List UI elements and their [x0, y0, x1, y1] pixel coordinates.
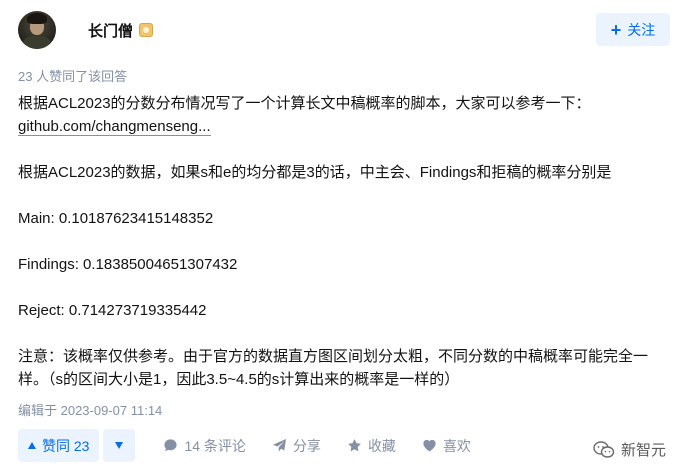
content-note-line-2: 样。（s的区间大小是1，因此3.5~4.5的s计算出来的概率是一样的） [18, 371, 460, 388]
answer-content: 根据ACL2023的分数分布情况写了一个计算长文中稿概率的脚本，大家可以参考一下… [18, 92, 658, 391]
favorite-label: 收藏 [367, 437, 396, 454]
action-bar: 赞同 23 14 条评论 分享 收藏 喜欢 [18, 429, 676, 462]
like-button[interactable]: 喜欢 [422, 436, 471, 456]
plus-icon: + [610, 19, 622, 40]
follow-label: 关注 [627, 21, 656, 38]
author-name[interactable]: 长门僧 [88, 20, 133, 41]
edited-timestamp[interactable]: 编辑于 2023-09-07 11:14 [18, 400, 162, 419]
heart-icon [423, 439, 436, 452]
avatar-body [23, 36, 51, 49]
content-findings-probability: Findings: 0.18385004651307432 [18, 256, 238, 273]
triangle-down-icon [115, 442, 124, 449]
share-button[interactable]: 分享 [272, 436, 321, 456]
vote-down-button[interactable] [103, 429, 136, 462]
vote-up-button[interactable]: 赞同 23 [18, 429, 100, 462]
favorite-button[interactable]: 收藏 [347, 436, 396, 456]
badge-icon [139, 23, 154, 37]
avatar[interactable] [18, 11, 56, 49]
star-icon [348, 439, 361, 452]
comment-icon [164, 439, 178, 452]
upvote-count-note: 23 人赞同了该回答 [18, 69, 128, 84]
avatar-hair [27, 13, 47, 24]
vote-up-label: 赞同 23 [42, 437, 90, 454]
triangle-up-icon [28, 442, 36, 449]
content-line-data: 根据ACL2023的数据，如果s和e的均分都是3的话，中主会、Findings和… [18, 164, 612, 181]
content-line-intro: 根据ACL2023的分数分布情况写了一个计算长文中稿概率的脚本，大家可以参考一下… [18, 95, 591, 112]
watermark-label: 新智元 [620, 442, 666, 459]
answer-header: 长门僧 + 关注 [18, 10, 670, 50]
comment-button[interactable]: 14 条评论 [163, 436, 246, 456]
share-icon [272, 438, 286, 452]
github-link[interactable]: github.com/changmenseng... [18, 118, 211, 136]
wechat-icon [593, 440, 615, 458]
content-main-probability: Main: 0.10187623415148352 [18, 210, 214, 227]
comment-label: 14 条评论 [184, 437, 246, 454]
answer-card: 长门僧 + 关注 23 人赞同了该回答 根据ACL2023的分数分布情况写了一个… [0, 0, 676, 472]
watermark: 新智元 [593, 439, 666, 460]
like-label: 喜欢 [442, 437, 471, 454]
follow-button[interactable]: + 关注 [596, 13, 670, 46]
content-note-line-1: 注意：该概率仅供参考。由于官方的数据直方图区间划分太粗，不同分数的中稿概率可能完… [18, 348, 649, 365]
share-label: 分享 [292, 437, 321, 454]
content-reject-probability: Reject: 0.714273719335442 [18, 302, 207, 319]
